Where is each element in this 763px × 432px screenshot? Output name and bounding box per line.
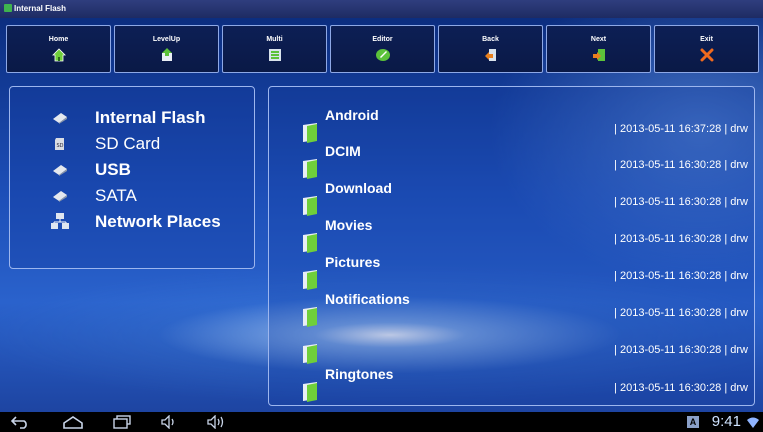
wifi-icon xyxy=(746,416,760,428)
recent-apps-icon[interactable] xyxy=(112,414,132,430)
next-button-label: Next xyxy=(590,35,607,43)
home-icon xyxy=(51,47,67,63)
toolbar: Home LevelUp Multi Editor Back Next Exit xyxy=(6,25,759,75)
file-row-notifications[interactable]: Notifications | 2013-05-11 16:30:28 | dr… xyxy=(269,291,756,329)
location-label: USB xyxy=(95,160,131,179)
next-arrow-icon xyxy=(591,47,607,63)
exit-x-icon xyxy=(699,47,715,63)
levelup-button-label: LevelUp xyxy=(152,35,181,43)
folder-icon xyxy=(301,269,319,291)
svg-text:SD: SD xyxy=(56,143,63,149)
next-button[interactable]: Next xyxy=(546,25,651,73)
folder-icon xyxy=(301,343,319,365)
folder-icon xyxy=(301,122,319,144)
file-info: | 2013-05-11 16:30:28 | drw xyxy=(614,270,748,282)
home-button-label: Home xyxy=(48,35,69,43)
flash-drive-icon xyxy=(50,108,70,128)
back-button-label: Back xyxy=(482,35,499,43)
usb-drive-icon xyxy=(50,160,70,180)
folder-icon xyxy=(301,381,319,403)
locations-panel: Internal Flash SD SD Card USB SATA Netwo… xyxy=(9,86,255,269)
file-name: Download xyxy=(325,180,392,196)
exit-button-label: Exit xyxy=(700,35,713,43)
back-button[interactable]: Back xyxy=(438,25,543,73)
location-network-places[interactable]: Network Places xyxy=(10,209,254,235)
location-label: Network Places xyxy=(95,212,221,231)
volume-up-icon[interactable] xyxy=(206,414,228,430)
file-name: DCIM xyxy=(325,143,361,159)
file-row-obscured[interactable]: | 2013-05-11 16:30:28 | drw xyxy=(269,328,756,366)
location-label: Internal Flash xyxy=(95,108,206,127)
file-info: | 2013-05-11 16:30:28 | drw xyxy=(614,382,748,394)
home-nav-icon[interactable] xyxy=(62,414,84,430)
file-info: | 2013-05-11 16:30:28 | drw xyxy=(614,233,748,245)
level-up-icon xyxy=(159,47,175,63)
volume-down-icon[interactable] xyxy=(160,414,178,430)
file-info: | 2013-05-11 16:30:28 | drw xyxy=(614,159,748,171)
network-places-icon xyxy=(50,212,70,232)
file-row-pictures[interactable]: Pictures | 2013-05-11 16:30:28 | drw xyxy=(269,254,756,292)
editor-button-label: Editor xyxy=(372,35,393,43)
file-name: Pictures xyxy=(325,254,381,270)
file-name: Android xyxy=(325,107,379,123)
folder-icon xyxy=(301,232,319,254)
app-icon xyxy=(4,4,12,12)
file-name: Notifications xyxy=(325,291,410,307)
home-button[interactable]: Home xyxy=(6,25,111,73)
folder-icon xyxy=(301,195,319,217)
clock: 9:41 xyxy=(711,413,741,430)
title-bar: Internal Flash xyxy=(0,0,763,18)
window-title: Internal Flash xyxy=(14,4,67,13)
levelup-button[interactable]: LevelUp xyxy=(114,25,219,73)
location-sata[interactable]: SATA xyxy=(10,183,254,209)
file-list: Android | 2013-05-11 16:37:28 | drw DCIM… xyxy=(268,86,755,406)
file-row-dcim[interactable]: DCIM | 2013-05-11 16:30:28 | drw xyxy=(269,143,756,181)
location-label: SATA xyxy=(95,186,137,205)
location-internal-flash[interactable]: Internal Flash xyxy=(10,105,254,131)
sata-drive-icon xyxy=(50,186,70,206)
folder-icon xyxy=(301,306,319,328)
file-row-download[interactable]: Download | 2013-05-11 16:30:28 | drw xyxy=(269,180,756,218)
file-info: | 2013-05-11 16:30:28 | drw xyxy=(614,307,748,319)
file-name: Movies xyxy=(325,217,373,233)
back-icon[interactable] xyxy=(10,414,30,430)
file-row-android[interactable]: Android | 2013-05-11 16:37:28 | drw xyxy=(269,107,756,145)
file-row-ringtones[interactable]: Ringtones | 2013-05-11 16:30:28 | drw xyxy=(269,366,756,404)
file-info: | 2013-05-11 16:37:28 | drw xyxy=(614,123,748,135)
system-nav-bar: A 9:41 xyxy=(0,412,763,432)
multi-button[interactable]: Multi xyxy=(222,25,327,73)
editor-icon xyxy=(375,47,391,63)
back-arrow-icon xyxy=(483,47,499,63)
editor-button[interactable]: Editor xyxy=(330,25,435,73)
exit-button[interactable]: Exit xyxy=(654,25,759,73)
file-info: | 2013-05-11 16:30:28 | drw xyxy=(614,344,748,356)
multi-button-label: Multi xyxy=(266,35,283,43)
location-label: SD Card xyxy=(95,134,161,153)
file-info: | 2013-05-11 16:30:28 | drw xyxy=(614,196,748,208)
location-usb[interactable]: USB xyxy=(10,157,254,183)
multi-select-icon xyxy=(267,47,283,63)
folder-icon xyxy=(301,158,319,180)
file-row-movies[interactable]: Movies | 2013-05-11 16:30:28 | drw xyxy=(269,217,756,255)
file-name: Ringtones xyxy=(325,366,394,382)
sd-card-icon: SD xyxy=(50,134,70,154)
location-sd-card[interactable]: SD SD Card xyxy=(10,131,254,157)
notification-badge[interactable]: A xyxy=(687,416,699,428)
